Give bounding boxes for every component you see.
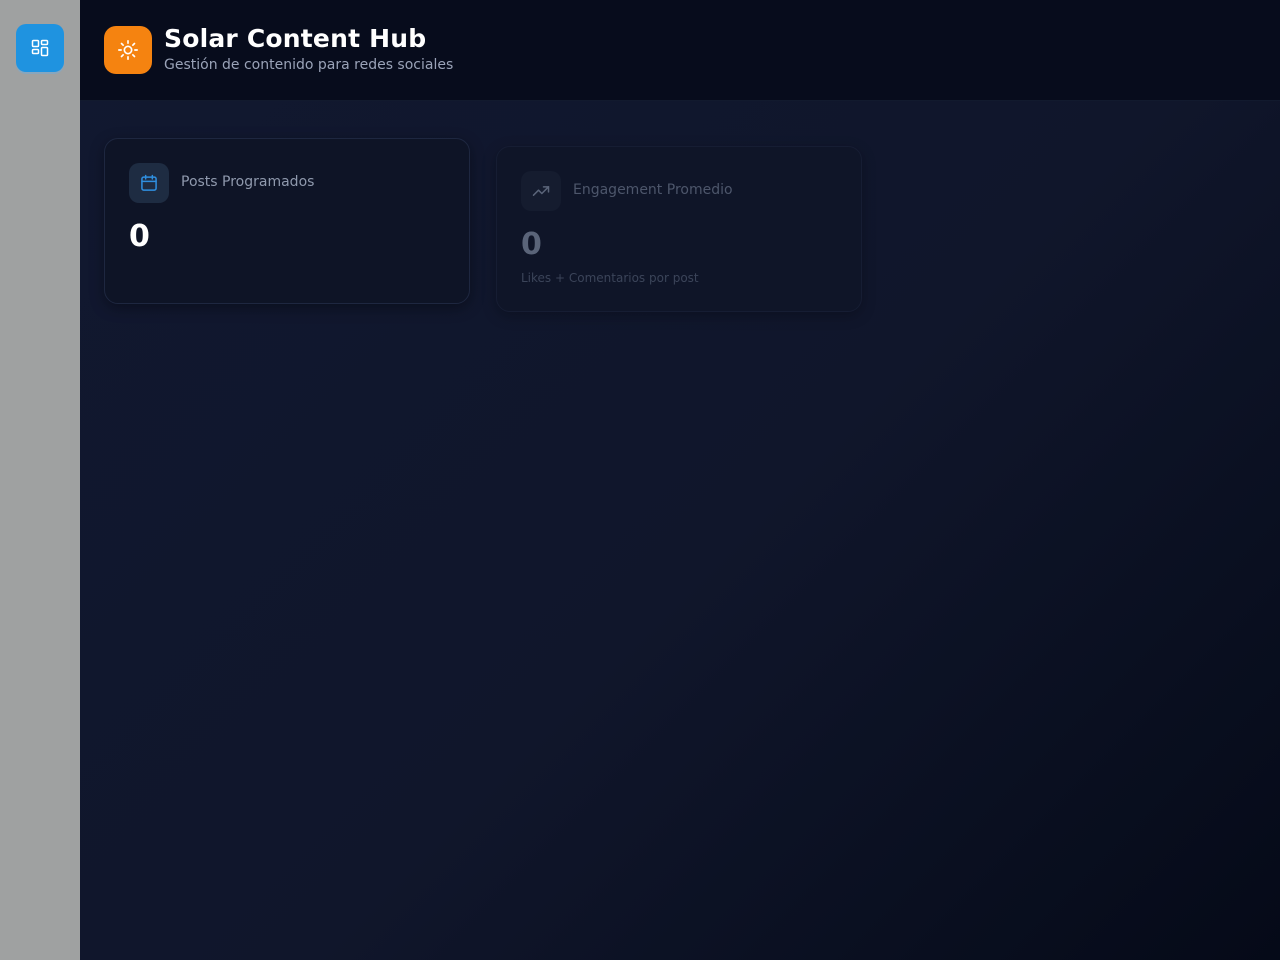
page-subtitle: Gestión de contenido para redes sociales	[164, 57, 454, 73]
stat-icon-wrapper	[129, 163, 169, 203]
stat-label: Posts Programados	[181, 174, 315, 190]
app-logo	[104, 26, 152, 74]
sidebar	[0, 0, 80, 960]
dashboard-grid-icon	[31, 39, 49, 57]
trending-up-icon	[532, 186, 550, 196]
stat-subtitle: Likes + Comentarios por post	[521, 271, 699, 285]
stat-card-engagement: Engagement Promedio 0 Likes + Comentario…	[496, 146, 862, 312]
app-header: Solar Content Hub Gestión de contenido p…	[80, 0, 1280, 101]
dashboard-button[interactable]	[16, 24, 64, 72]
stat-value: 0	[521, 227, 542, 262]
page-title: Solar Content Hub	[164, 24, 427, 53]
stat-label: Engagement Promedio	[573, 182, 733, 198]
sun-icon	[118, 40, 138, 60]
stat-card-posts-scheduled: Posts Programados 0	[104, 138, 470, 304]
stat-value: 0	[129, 219, 150, 254]
stat-icon-wrapper	[521, 171, 561, 211]
main-content: Solar Content Hub Gestión de contenido p…	[80, 0, 1280, 960]
calendar-icon	[141, 174, 157, 191]
